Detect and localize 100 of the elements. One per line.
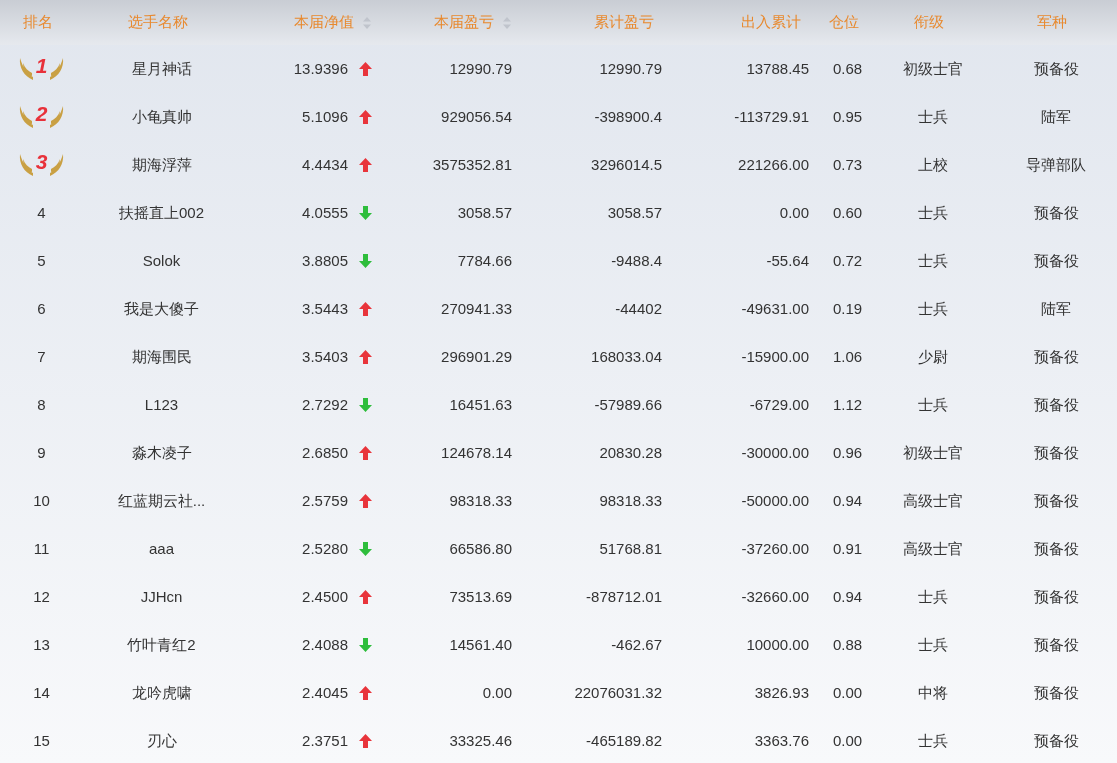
profit-cell-text: 73513.69 [449,586,512,607]
column-header: 仓位 [828,12,859,33]
total-profit-cell-text: 168033.04 [591,346,662,367]
sort-icon[interactable] [362,15,372,30]
net-value-cell-text: 4.4434 [302,154,348,175]
net-value-cell-text: 3.5403 [302,346,348,367]
branch-cell-text: 预备役 [1033,682,1079,703]
player-name: 我是大傻子 [124,298,199,319]
player-name: 竹叶青红2 [127,634,196,655]
branch-cell-text: 陆军 [1041,106,1071,127]
in-out-cell-text: -37260.00 [741,538,809,559]
net-value-cell-text: 2.4045 [302,682,348,703]
branch-cell-text: 预备役 [1033,202,1079,223]
position-cell-text: 0.68 [832,58,863,79]
player-name: 小龟真帅 [131,106,192,127]
column-header[interactable]: 本届净值 [294,11,354,34]
wing-icon [48,104,66,130]
rank-number: 1 [35,54,48,76]
net-value-cell-text: 2.4088 [302,634,348,655]
grade-cell-text: 士兵 [917,298,948,319]
wing-icon [17,104,35,130]
total-profit-cell-text: -398900.4 [594,106,662,127]
column-header: 选手名称 [127,12,188,33]
total-profit-cell-text: 98318.33 [599,490,662,511]
profit-cell-text: 98318.33 [449,490,512,511]
sort-icon[interactable] [502,15,512,30]
branch-cell-text: 预备役 [1033,730,1079,751]
profit-cell-text: 33325.46 [449,730,512,751]
player-name: JJHcn [140,586,183,607]
rank-number: 9 [37,442,46,463]
in-out-cell-text: 3363.76 [754,730,809,751]
rank-number: 15 [33,730,50,751]
grade-cell-text: 初级士官 [902,58,963,79]
profit-cell-text: 0.00 [482,682,512,703]
player-name: 红蓝期云社... [117,490,206,511]
net-value-cell-text: 2.4500 [302,586,348,607]
profit-cell-text: 270941.33 [441,298,512,319]
net-value-cell-text: 2.3751 [302,730,348,751]
total-profit-cell-text: -9488.4 [611,250,662,271]
in-out-cell-text: -15900.00 [741,346,809,367]
column-header: 军种 [1037,12,1067,33]
profit-cell-text: 7784.66 [457,250,512,271]
profit-cell-text: 3058.57 [457,202,512,223]
total-profit-cell-text: 22076031.32 [574,682,662,703]
profit-cell-text: 296901.29 [441,346,512,367]
column-header: 出入累计 [741,12,801,33]
position-cell-text: 0.96 [832,442,863,463]
in-out-cell-text: 10000.00 [746,634,809,655]
player-name: 龙吟虎啸 [131,682,192,703]
rank-number: 8 [37,394,46,415]
profit-cell-text: 66586.80 [449,538,512,559]
branch-cell-text: 预备役 [1033,394,1079,415]
position-cell-text: 0.60 [832,202,863,223]
position-cell-text: 0.00 [832,730,863,751]
net-value-cell-text: 2.7292 [302,394,348,415]
total-profit-cell-text: 3296014.5 [591,154,662,175]
rank-number: 12 [33,586,50,607]
in-out-cell-text: 13788.45 [746,58,809,79]
position-cell-text: 0.94 [832,490,863,511]
profit-cell-text: 14561.40 [449,634,512,655]
position-cell-text: 0.91 [832,538,863,559]
player-name: 期海围民 [131,346,192,367]
in-out-cell-text: -50000.00 [741,490,809,511]
player-name: L123 [144,394,179,415]
column-header: 排名 [22,12,53,33]
grade-cell-text: 少尉 [917,346,948,367]
in-out-cell-text: -49631.00 [741,298,809,319]
rank-number: 13 [33,634,50,655]
net-value-cell-text: 3.8805 [302,250,348,271]
rank-number: 6 [37,298,46,319]
position-cell-text: 1.06 [832,346,863,367]
player-name: aaa [149,538,174,559]
branch-cell-text: 预备役 [1033,586,1079,607]
wing-icon [48,152,66,178]
grade-cell-text: 士兵 [917,634,948,655]
net-value-cell-text: 3.5443 [302,298,348,319]
position-cell-text: 0.00 [832,682,863,703]
in-out-cell-text: -6729.00 [749,394,809,415]
position-cell-text: 0.94 [832,586,863,607]
grade-cell-text: 士兵 [917,202,948,223]
position-cell-text: 0.95 [832,106,863,127]
column-header[interactable]: 本届盈亏 [434,11,494,34]
rank-number: 10 [33,490,50,511]
column-header: 累计盈亏 [594,12,654,33]
position-cell-text: 0.73 [832,154,863,175]
net-value-cell-text: 2.5759 [302,490,348,511]
in-out-cell-text: -55.64 [766,250,809,271]
grade-cell-text: 士兵 [917,394,948,415]
branch-cell-text: 预备役 [1033,442,1079,463]
in-out-cell-text: 3826.93 [754,682,809,703]
position-cell-text: 1.12 [832,394,863,415]
rank-number: 5 [37,250,46,271]
grade-cell-text: 高级士官 [902,490,963,511]
branch-cell-text: 预备役 [1033,634,1079,655]
net-value-cell-text: 13.9396 [293,58,348,79]
net-value-cell-text: 4.0555 [302,202,348,223]
branch-cell-text: 预备役 [1033,58,1079,79]
rank-number: 14 [33,682,50,703]
grade-cell-text: 士兵 [917,250,948,271]
profit-cell-text: 124678.14 [441,442,512,463]
